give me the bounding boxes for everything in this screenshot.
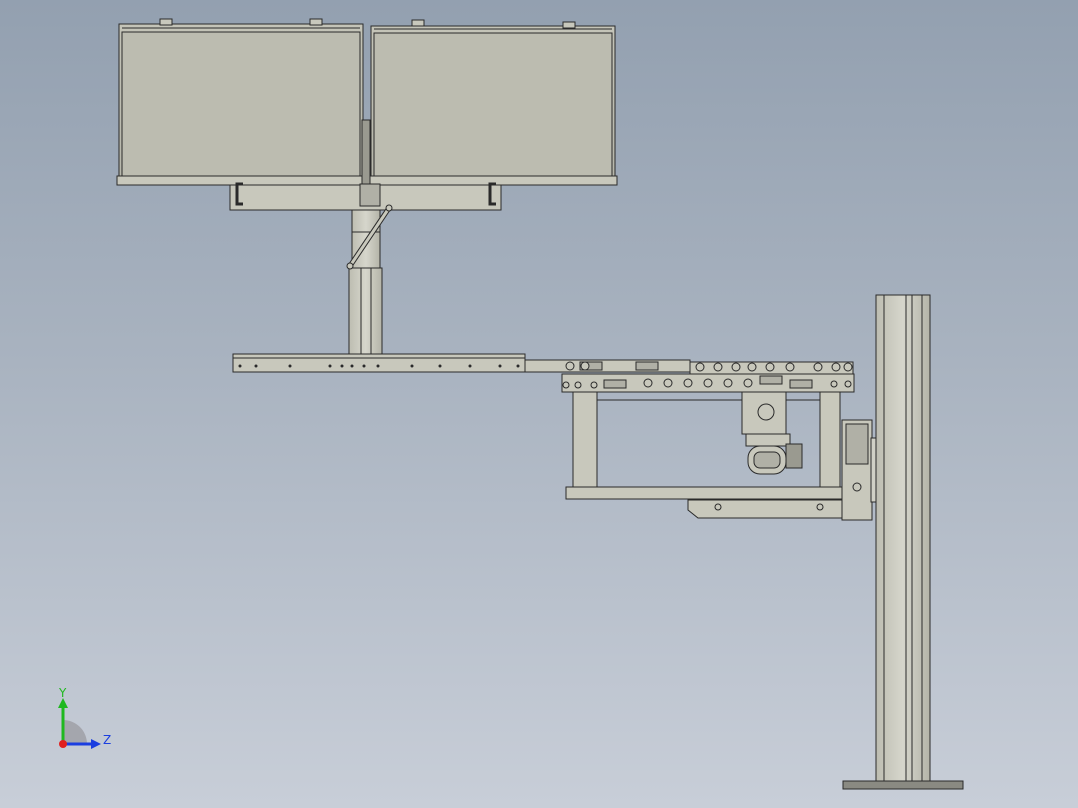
support-column [842, 294, 964, 790]
triad-axes-icon: Y Z [58, 686, 111, 749]
monitor-left [116, 18, 366, 186]
monitor-bracket [229, 182, 502, 211]
monitor-mast [348, 209, 383, 355]
cad-viewport[interactable]: Y Z [0, 0, 1078, 808]
orientation-triad: Y Z [48, 684, 118, 756]
slide-arm [232, 353, 854, 375]
triad-z-label: Z [103, 733, 111, 747]
monitor-right [368, 19, 618, 186]
drive-motor [741, 391, 803, 475]
cad-model-assembly[interactable] [0, 0, 1078, 808]
triad-y-label: Y [58, 686, 67, 700]
